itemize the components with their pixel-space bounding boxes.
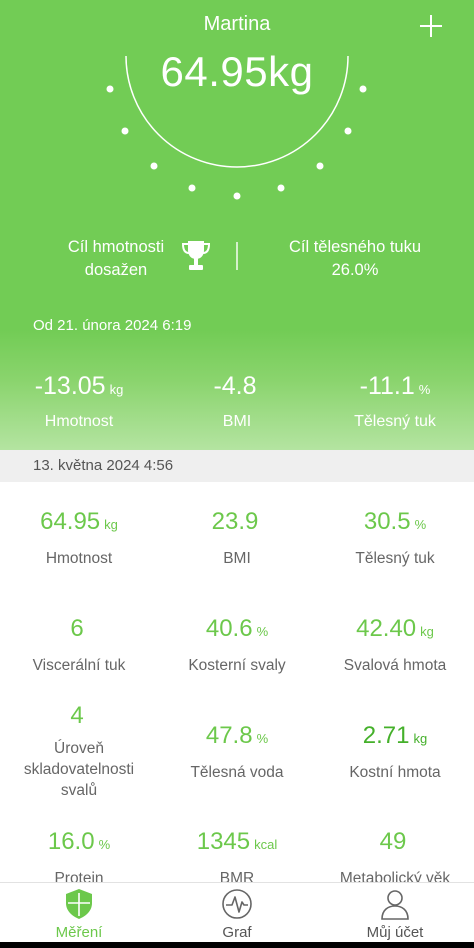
weight-goal-line2: dosažen	[84, 261, 148, 279]
tab-account[interactable]: Můj účet	[316, 887, 474, 941]
metric-label: BMI	[223, 550, 251, 567]
metric-label: Hmotnost	[45, 550, 113, 567]
trophy-icon	[181, 241, 211, 270]
bmi-change-label: BMI	[222, 413, 252, 430]
metric-unit: kg	[420, 624, 434, 639]
metric-unit: kg	[104, 517, 118, 532]
dial-dots	[106, 85, 367, 200]
measurement-date: 13. května 2024 4:56	[0, 450, 474, 482]
metric-value: 40.6	[205, 615, 253, 642]
metric-unit: kg	[413, 731, 428, 746]
metric-value: 2.71	[362, 722, 410, 749]
current-weight: 64.95kg	[160, 48, 314, 95]
metric-unit: %	[256, 624, 269, 639]
since-date: Od 21. února 2024 6:19	[33, 317, 192, 334]
metric-label: Tělesná voda	[190, 764, 284, 781]
metric-unit: %	[256, 731, 269, 746]
metric-label: Svalová hmota	[343, 657, 447, 674]
metric-unit: %	[98, 837, 111, 852]
metrics-grid: 64.95 kg Hmotnost 23.9 BMI 30.5% Tělesný …	[0, 482, 474, 882]
weight-change-value: -13.05	[34, 372, 106, 400]
metric-metabolic-age[interactable]: 49 Metabolický věk	[316, 828, 474, 882]
tab-graph-label: Graf	[222, 924, 252, 941]
body-fat-change-label: Tělesný tuk	[354, 413, 436, 430]
metric-label: BMR	[219, 870, 255, 882]
system-bar	[0, 942, 474, 948]
fat-goal: Cíl tělesného tuku 26.0%	[270, 236, 440, 282]
metric-bmi[interactable]: 23.9 BMI	[158, 508, 316, 569]
metric-value: 64.95	[40, 508, 101, 535]
metric-label: Protein	[54, 870, 104, 882]
bottom-nav: Měření Graf Můj účet	[0, 882, 474, 942]
metric-bone-mass[interactable]: 2.71 kg Kostní hmota	[316, 722, 474, 783]
person-icon	[381, 890, 409, 920]
tab-measurement-label: Měření	[55, 924, 103, 941]
metric-value: 1345	[196, 828, 251, 855]
metric-value: 47.8	[205, 722, 253, 749]
metric-value: 49	[379, 828, 407, 855]
metric-muscle-mass[interactable]: 42.40 kg Svalová hmota	[316, 615, 474, 676]
metric-unit: %	[414, 517, 427, 532]
weight-goal: Cíl hmotnosti dosažen	[28, 236, 204, 282]
metric-weight[interactable]: 64.95 kg Hmotnost	[0, 508, 158, 569]
metric-value: 6	[70, 615, 84, 642]
metric-visceral-fat[interactable]: 6 Viscerální tuk	[0, 615, 158, 676]
weight-change-unit: kg	[109, 382, 124, 397]
weight-change: -13.05 kg Hmotnost	[0, 372, 158, 431]
metric-value: 30.5	[363, 508, 411, 535]
fat-goal-line2: 26.0%	[331, 261, 379, 279]
weight-goal-line1: Cíl hmotnosti	[67, 238, 165, 256]
metric-value: 42.40	[356, 615, 417, 642]
metric-protein[interactable]: 16.0% Protein	[0, 828, 158, 882]
metric-label: Úroveň skladovatelnosti svalů	[23, 740, 135, 799]
metric-body-water[interactable]: 47.8% Tělesná voda	[158, 722, 316, 783]
metric-label: Viscerální tuk	[32, 657, 126, 674]
body-fat-change-value: -11.1	[359, 372, 415, 400]
metric-unit: kcal	[254, 837, 278, 852]
metric-label: Kosterní svaly	[188, 657, 286, 674]
body-fat-change-unit: %	[418, 382, 431, 397]
body-fat-change: -11.1% Tělesný tuk	[316, 372, 474, 431]
tab-account-label: Můj účet	[366, 924, 424, 941]
metric-value: 4	[70, 702, 84, 729]
tab-graph[interactable]: Graf	[158, 887, 316, 941]
weight-change-label: Hmotnost	[44, 413, 114, 430]
bmi-change: -4.8 BMI	[158, 372, 316, 431]
metric-value: 16.0	[47, 828, 95, 855]
shield-icon	[66, 889, 92, 919]
metric-skeletal-muscle[interactable]: 40.6% Kosterní svaly	[158, 615, 316, 676]
fat-goal-line1: Cíl tělesného tuku	[288, 238, 422, 256]
metric-muscle-storage-level[interactable]: 4 Úroveň skladovatelnosti svalů	[0, 702, 158, 801]
goal-divider	[236, 242, 238, 270]
metric-label: Metabolický věk	[339, 870, 451, 882]
bmi-change-value: -4.8	[213, 372, 257, 400]
metric-label: Kostní hmota	[349, 764, 441, 781]
summary-header: Martina 64.95kg Cíl hmotnosti dosažen Cí…	[0, 0, 474, 450]
metric-bmr[interactable]: 1345 kcal BMR	[158, 828, 316, 882]
pulse-icon	[222, 889, 252, 919]
metric-body-fat[interactable]: 30.5% Tělesný tuk	[316, 508, 474, 569]
weight-dial	[106, 55, 367, 200]
metric-label: Tělesný tuk	[355, 550, 435, 567]
tab-measurement[interactable]: Měření	[0, 887, 158, 941]
metric-value: 23.9	[211, 508, 259, 535]
